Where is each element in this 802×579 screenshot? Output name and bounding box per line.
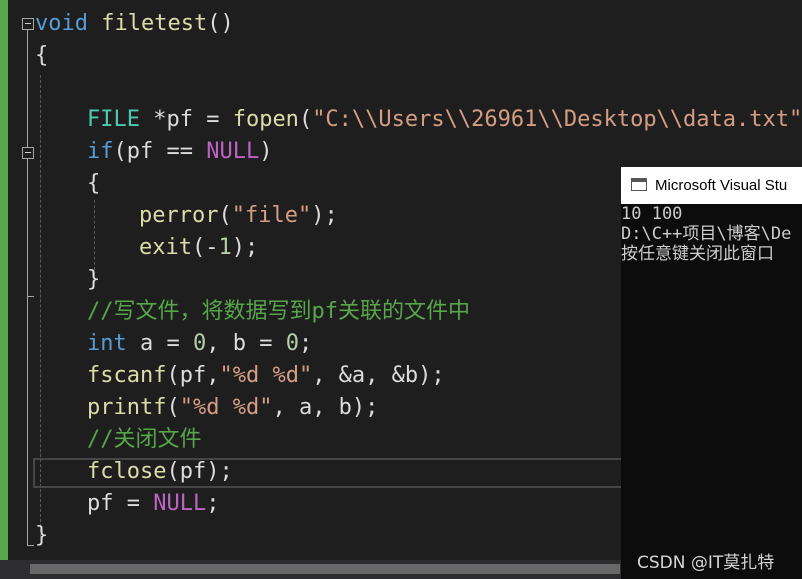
code-token: (pf, [166, 363, 220, 388]
code-token: ( [218, 203, 232, 228]
code-line-if-close-brace[interactable]: } [87, 264, 100, 296]
code-line-int-decl[interactable]: int a = 0, b = 0; [87, 328, 312, 360]
code-token: ) [259, 139, 273, 164]
code-token: ); [231, 235, 259, 260]
code-line-close-brace[interactable]: } [35, 520, 48, 552]
code-token: //写文件，将数据写到pf关联的文件中 [87, 299, 470, 324]
code-token: "%d %d" [179, 395, 273, 420]
code-token: //关闭文件 [87, 427, 202, 452]
code-token: , b = [206, 331, 286, 356]
code-line-comment-write[interactable]: //写文件，将数据写到pf关联的文件中 [87, 296, 470, 328]
code-token: "file" [231, 203, 312, 228]
code-token: ; [298, 331, 313, 356]
code-token: 1 [218, 235, 232, 260]
code-token: , &a, &b); [312, 363, 445, 388]
code-token: a = [126, 331, 193, 356]
code-token: "C:\\Users\\26961\\Desktop\\data.txt" [312, 107, 802, 132]
code-token: NULL [206, 139, 260, 164]
code-token: NULL [153, 491, 207, 516]
code-token: ( [166, 395, 180, 420]
code-line-open-brace[interactable]: { [35, 40, 48, 72]
code-token: int [87, 331, 127, 356]
code-token: printf [87, 395, 167, 420]
code-line-fopen[interactable]: FILE *pf = fopen("C:\\Users\\26961\\Desk… [87, 104, 802, 136]
change-tracking-bar [0, 0, 8, 560]
code-token: fclose [87, 459, 167, 484]
code-token: *pf = [139, 107, 233, 132]
fold-line [27, 30, 28, 545]
fold-minus-icon[interactable] [22, 147, 34, 159]
fold-end-tick [27, 545, 34, 546]
code-token: (pf == [113, 139, 207, 164]
code-line-fscanf[interactable]: fscanf(pf,"%d %d", &a, &b); [87, 360, 445, 392]
console-window-icon [631, 178, 647, 191]
code-token: { [87, 171, 101, 196]
code-token: ; [206, 491, 220, 516]
console-output-line: 按任意键关闭此窗口 [621, 244, 774, 264]
code-token: ); [311, 203, 338, 228]
code-token: fscanf [87, 363, 167, 388]
console-window[interactable]: Microsoft Visual Stu 10 100 D:\C++项目\博客\… [621, 167, 802, 579]
code-token: filetest [101, 11, 208, 36]
code-token: , a, b); [272, 395, 379, 420]
code-token: 0 [285, 331, 299, 356]
code-line-null-assign[interactable]: pf = NULL; [87, 488, 219, 520]
console-output-line: D:\C++项目\博客\De [621, 224, 792, 244]
code-line-fclose[interactable]: fclose(pf); [87, 456, 233, 488]
code-token: "%d %d" [219, 363, 313, 388]
code-line-function-header[interactable]: void filetest() [35, 8, 234, 40]
console-title: Microsoft Visual Stu [655, 177, 788, 194]
code-token: void [35, 11, 88, 36]
code-token: 0 [192, 331, 207, 356]
code-token: if [87, 139, 114, 164]
code-token: } [87, 267, 101, 292]
code-line-printf[interactable]: printf("%d %d", a, b); [87, 392, 378, 424]
fold-minus-icon[interactable] [22, 18, 34, 30]
code-line-comment-close[interactable]: //关闭文件 [87, 424, 202, 456]
code-token: fopen [232, 107, 299, 132]
code-token: } [35, 523, 49, 548]
code-token: exit [139, 235, 192, 260]
code-line-exit[interactable]: exit(-1); [139, 232, 258, 264]
fold-end-tick [27, 296, 34, 297]
console-output-line: 10 100 [621, 204, 683, 224]
code-token: { [35, 43, 49, 68]
watermark: CSDN @IT莫扎特 [637, 553, 775, 573]
code-token: ( [298, 107, 313, 132]
code-token: perror [139, 203, 219, 228]
code-token: pf = [87, 491, 154, 516]
scrollbar-thumb[interactable] [30, 564, 620, 574]
code-token: (- [191, 235, 219, 260]
code-token: () [207, 11, 234, 36]
code-line-if[interactable]: if(pf == NULL) [87, 136, 272, 168]
console-titlebar[interactable]: Microsoft Visual Stu [621, 167, 802, 204]
code-token: FILE [87, 107, 140, 132]
code-line-perror[interactable]: perror("file"); [139, 200, 338, 232]
code-line-if-open-brace[interactable]: { [87, 168, 100, 200]
code-token: (pf); [166, 459, 233, 484]
outlining-margin [8, 0, 34, 560]
